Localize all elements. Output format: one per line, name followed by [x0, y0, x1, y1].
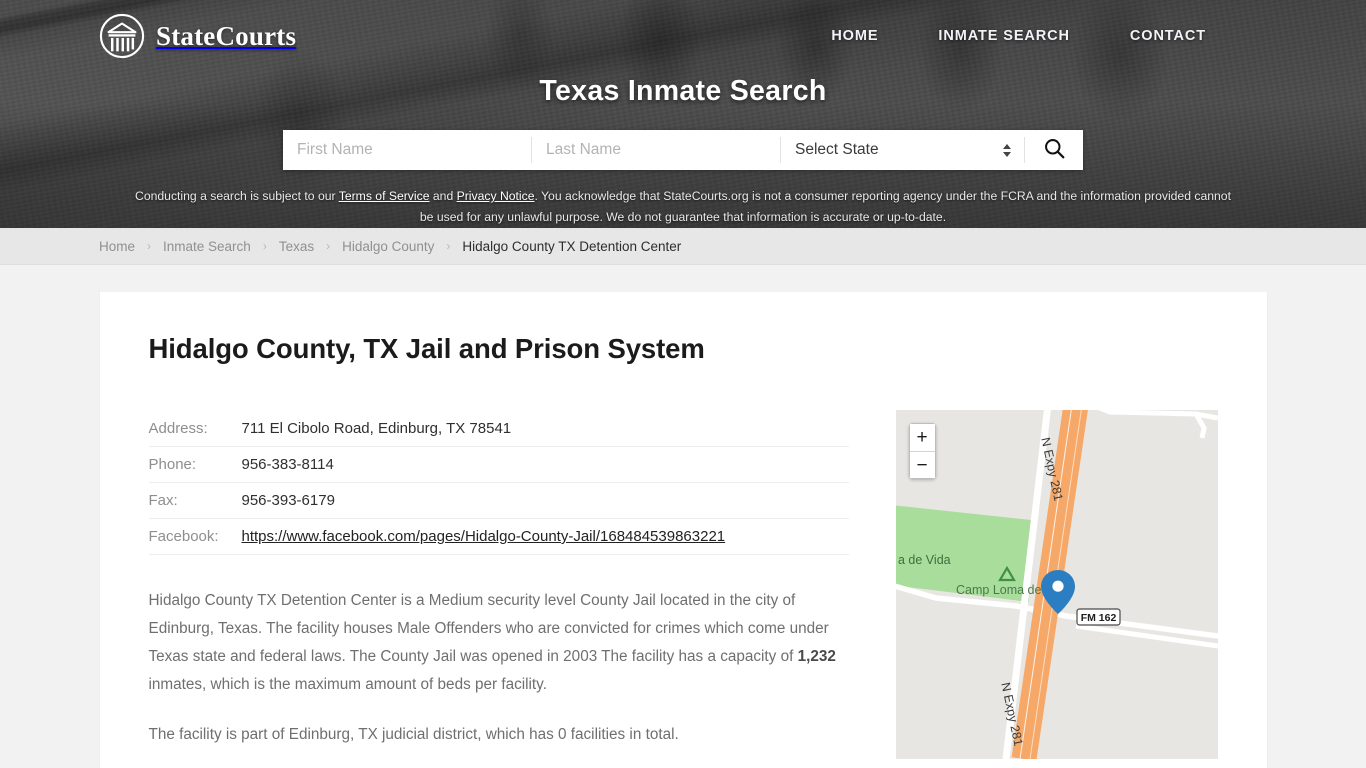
facility-description: Hidalgo County TX Detention Center is a … [149, 587, 849, 749]
disclaimer-text-2: and [429, 189, 457, 203]
search-button[interactable] [1025, 130, 1083, 170]
courthouse-circle-icon [99, 13, 145, 59]
table-row: Address: 711 El Cibolo Road, Edinburg, T… [148, 411, 849, 447]
first-name-input[interactable] [283, 130, 531, 170]
svg-text:FM 162: FM 162 [1080, 612, 1116, 624]
fact-label-phone: Phone: [148, 456, 197, 473]
description-paragraph-1: Hidalgo County TX Detention Center is a … [149, 587, 849, 699]
facility-facts-table: Address: 711 El Cibolo Road, Edinburg, T… [148, 410, 849, 555]
search-disclaimer: Conducting a search is subject to our Te… [133, 186, 1233, 228]
fact-label-fax: Fax: [148, 492, 178, 509]
map-zoom-controls: + − [908, 423, 936, 479]
breadcrumb: Home › Inmate Search › Texas › Hidalgo C… [99, 239, 681, 254]
facility-detail-card: Hidalgo County, TX Jail and Prison Syste… [99, 292, 1267, 768]
facebook-link[interactable]: https://www.facebook.com/pages/Hidalgo-C… [242, 528, 726, 545]
table-row: Phone: 956-383-8114 [148, 447, 849, 483]
fact-value-phone: 956-383-8114 [241, 456, 334, 473]
capacity-value: 1,232 [797, 648, 836, 665]
site-logo-link[interactable]: StateCourts [99, 13, 296, 59]
magnifier-icon [1043, 137, 1066, 163]
description-paragraph-2: The facility is part of Edinburg, TX jud… [148, 726, 679, 743]
disclaimer-text-1: Conducting a search is subject to our [135, 189, 339, 203]
nav-item-home[interactable]: HOME [831, 28, 878, 44]
breadcrumb-item-current: Hidalgo County TX Detention Center [462, 238, 682, 254]
chevron-right-icon: › [326, 239, 331, 253]
nav-item-inmate-search[interactable]: INMATE SEARCH [938, 28, 1069, 44]
page-title: Hidalgo County, TX Jail and Prison Syste… [148, 333, 705, 364]
site-header-hero: StateCourts HOME INMATE SEARCH CONTACT T… [0, 0, 1366, 228]
chevron-right-icon: › [262, 239, 267, 253]
map-zoom-in-button[interactable]: + [909, 424, 935, 451]
privacy-notice-link[interactable]: Privacy Notice [457, 189, 535, 203]
description-text-a: Hidalgo County TX Detention Center is a … [148, 592, 829, 665]
hero-title: Texas Inmate Search [539, 75, 827, 107]
state-select-value: Select State [795, 141, 879, 158]
details-column: Address: 711 El Cibolo Road, Edinburg, T… [148, 410, 849, 768]
breadcrumb-bar: Home › Inmate Search › Texas › Hidalgo C… [0, 228, 1366, 265]
map-column: N Expy 281 N Expy 281 a de Vida Camp Lom… [895, 410, 1218, 768]
main-nav: HOME INMATE SEARCH CONTACT [831, 28, 1206, 44]
last-name-input[interactable] [532, 130, 780, 170]
terms-of-service-link[interactable]: Terms of Service [339, 189, 430, 203]
description-text-b: inmates, which is the maximum amount of … [148, 676, 547, 693]
top-navigation-bar: StateCourts HOME INMATE SEARCH CONTACT [0, 0, 1366, 72]
breadcrumb-item-home[interactable]: Home [99, 239, 135, 254]
fact-value-facebook: https://www.facebook.com/pages/Hidalgo-C… [242, 519, 849, 555]
fact-label-address: Address: [148, 420, 208, 437]
svg-text:a de Vida: a de Vida [898, 553, 951, 567]
table-row: Fax: 956-393-6179 [148, 483, 849, 519]
breadcrumb-item-hidalgo-county[interactable]: Hidalgo County [342, 239, 434, 254]
page-body: Hidalgo County, TX Jail and Prison Syste… [0, 265, 1366, 768]
breadcrumb-item-inmate-search[interactable]: Inmate Search [163, 239, 251, 254]
chevron-right-icon: › [147, 239, 152, 253]
state-select[interactable]: Select State [781, 130, 1024, 170]
fact-label-facebook: Facebook: [148, 528, 219, 545]
fact-value-address: 711 El Cibolo Road, Edinburg, TX 78541 [241, 420, 512, 437]
brand-name: StateCourts [156, 20, 297, 51]
map-zoom-out-button[interactable]: − [909, 451, 935, 478]
chevron-right-icon: › [446, 239, 451, 253]
chevron-updown-icon [1001, 142, 1012, 159]
disclaimer-text-3: . You acknowledge that StateCourts.org i… [419, 189, 1231, 224]
breadcrumb-item-texas[interactable]: Texas [279, 239, 314, 254]
table-row: Facebook: https://www.facebook.com/pages… [148, 519, 849, 555]
location-map[interactable]: N Expy 281 N Expy 281 a de Vida Camp Lom… [895, 410, 1218, 759]
content-columns: Address: 711 El Cibolo Road, Edinburg, T… [148, 410, 1218, 768]
nav-item-contact[interactable]: CONTACT [1130, 28, 1206, 44]
inmate-search-form: Select State [283, 130, 1083, 170]
fact-value-fax: 956-393-6179 [241, 492, 335, 509]
svg-text:Camp Loma de Vi: Camp Loma de Vi [956, 583, 1056, 597]
